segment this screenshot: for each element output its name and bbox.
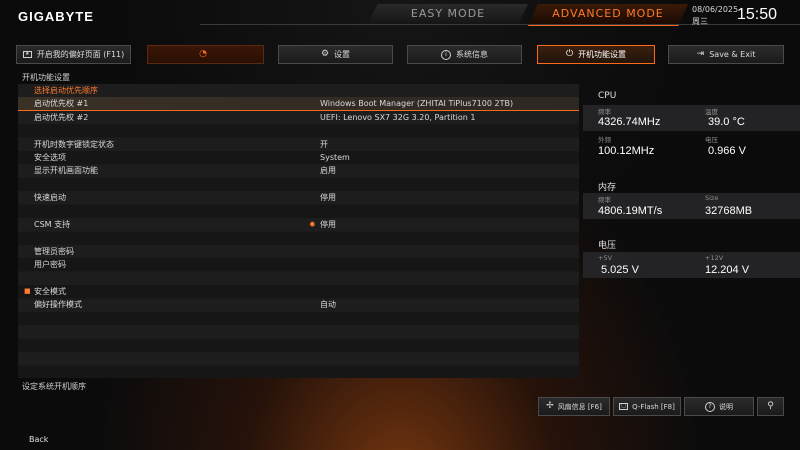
setting-value: UEFI: Lenovo SX7 32G 3.20, Partition 1 (320, 112, 476, 122)
back-button[interactable]: Back (29, 435, 48, 444)
easy-mode-tab[interactable]: EASY MODE (368, 4, 528, 24)
v5-label: +5V (598, 254, 613, 262)
search-icon: ⚲ (767, 401, 774, 411)
cpu-freq-label: 频率 (598, 108, 611, 116)
settings-row-blank (18, 231, 579, 244)
header-divider (200, 24, 800, 25)
gear-icon: ⚙ (320, 49, 330, 59)
setting-value: 开 (320, 139, 328, 149)
settings-row-boot-order[interactable]: 选择启动优先顺序 (18, 84, 579, 97)
tab-save-exit-label: Save & Exit (709, 50, 756, 59)
memory-size-value: 32768MB (705, 205, 753, 217)
settings-row-security-option[interactable]: 安全选项 System (18, 151, 579, 164)
v12-label: +12V (705, 254, 724, 262)
fan-info-button[interactable]: ✢ 风扇信息 [F6] (538, 397, 610, 416)
cpu-temp-label: 温度 (705, 108, 718, 116)
tab-system-info[interactable]: i 系统信息 (407, 45, 522, 64)
submenu-bullet-icon: ■ (24, 286, 31, 295)
gauge-icon: ◔ (199, 49, 207, 59)
memory-size-label: Size (705, 194, 719, 202)
info-icon: i (441, 49, 451, 60)
favorites-icon: ★ (22, 51, 32, 58)
setting-value: 停用 (320, 219, 336, 229)
date-display: 08/06/2025 (692, 5, 739, 14)
settings-row-csm[interactable]: CSM 支持 ✹ 停用 (18, 218, 579, 231)
setting-label: 管理员密码 (34, 246, 74, 256)
setting-label: 选择启动优先顺序 (34, 86, 98, 95)
tab-system-info-label: 系统信息 (456, 50, 488, 59)
voltage-title: 电压 (598, 241, 617, 251)
setting-value: Windows Boot Manager (ZHITAI TiPlus7100 … (320, 99, 514, 109)
setting-label: 偏好操作模式 (34, 300, 82, 310)
memory-freq-label: 频率 (598, 196, 611, 204)
clock-display: 15:50 (737, 6, 778, 23)
cpu-ext-label: 外频 (598, 136, 611, 144)
chip-icon: □ (619, 403, 629, 410)
setting-label: 快速启动 (34, 193, 66, 203)
setting-label: 开机时数字键锁定状态 (34, 139, 114, 149)
v5-value: 5.025 V (601, 264, 639, 276)
tab-settings[interactable]: ⚙ 设置 (278, 45, 393, 64)
setting-value: 自动 (320, 300, 336, 310)
help-button[interactable]: ? 说明 (684, 397, 754, 416)
cpu-volt-value: 0.966 V (708, 145, 746, 157)
setting-label: 启动优先权 #2 (34, 112, 89, 122)
cpu-title: CPU (598, 91, 617, 101)
setting-label: 用户密码 (34, 260, 66, 270)
settings-row-user-password[interactable]: 用户密码 (18, 258, 579, 271)
top-bar: GIGABYTE EASY MODE ADVANCED MODE 08/06/2… (0, 0, 800, 38)
settings-row-admin-password[interactable]: 管理员密码 (18, 245, 579, 258)
weekday-display: 周三 (692, 17, 708, 26)
cpu-ext-value: 100.12MHz (598, 145, 655, 157)
cpu-volt-label: 电压 (705, 136, 718, 144)
help-label: 说明 (719, 402, 733, 411)
settings-row-preferred-mode[interactable]: 偏好操作模式 自动 (18, 298, 579, 311)
changed-marker-icon: ✹ (309, 219, 316, 229)
setting-label: 显示开机画面功能 (34, 166, 98, 176)
fan-info-label: 风扇信息 [F6] (557, 402, 602, 411)
qflash-button[interactable]: □ Q-Flash [F8] (613, 397, 681, 416)
settings-row-blank (18, 178, 579, 191)
power-icon: ⏻ (565, 49, 574, 59)
search-button[interactable]: ⚲ (757, 397, 784, 416)
settings-row-boot-logo[interactable]: 显示开机画面功能 启用 (18, 164, 579, 177)
qflash-label: Q-Flash [F8] (632, 402, 675, 411)
memory-freq-value: 4806.19MT/s (598, 205, 663, 217)
help-icon: ? (705, 401, 715, 412)
tab-favorites[interactable]: ★ 开启我的偏好页面 (F11) (16, 45, 131, 64)
setting-value: System (320, 152, 350, 162)
tab-boot[interactable]: ⏻ 开机功能设置 (537, 45, 655, 64)
settings-row-fast-boot[interactable]: 快速启动 停用 (18, 191, 579, 204)
advanced-mode-tab[interactable]: ADVANCED MODE (528, 4, 688, 26)
tab-tweaker[interactable]: ◔ (147, 45, 264, 64)
page-title: 开机功能设置 (22, 73, 70, 82)
v12-value: 12.204 V (705, 264, 750, 276)
setting-value: 启用 (320, 166, 336, 176)
settings-row-blank (18, 271, 579, 284)
tab-boot-label: 开机功能设置 (578, 50, 627, 59)
gigabyte-logo: GIGABYTE (18, 9, 94, 24)
settings-row-numlock[interactable]: 开机时数字键锁定状态 开 (18, 138, 579, 151)
exit-icon: ⇥ (696, 49, 705, 59)
settings-row-boot-priority-1[interactable]: 启动优先权 #1 Windows Boot Manager (ZHITAI Ti… (18, 97, 579, 111)
setting-label: 安全模式 (34, 286, 66, 296)
settings-row-boot-priority-2[interactable]: 启动优先权 #2 UEFI: Lenovo SX7 32G 3.20, Part… (18, 111, 579, 124)
tab-favorites-label: 开启我的偏好页面 (F11) (36, 50, 125, 59)
settings-row-blank (18, 205, 579, 218)
settings-panel: 选择启动优先顺序 启动优先权 #1 Windows Boot Manager (… (18, 84, 579, 378)
hardware-monitor: CPU 频率 4326.74MHz 温度 39.0 °C 外频 100.12MH… (583, 84, 800, 378)
cpu-temp-value: 39.0 °C (708, 116, 745, 128)
setting-label: 启动优先权 #1 (34, 99, 89, 109)
settings-row-secure-boot[interactable]: ■ 安全模式 (18, 285, 579, 298)
fan-icon: ✢ (546, 401, 554, 411)
setting-label: 安全选项 (34, 152, 66, 162)
settings-row-blank (18, 124, 579, 137)
help-description: 设定系统开机顺序 (22, 382, 86, 391)
cpu-freq-value: 4326.74MHz (598, 116, 661, 128)
setting-value: 停用 (320, 193, 336, 203)
tab-settings-label: 设置 (334, 50, 351, 59)
setting-label: CSM 支持 (34, 219, 71, 229)
memory-title: 内存 (598, 183, 617, 193)
tab-save-exit[interactable]: ⇥ Save & Exit (668, 45, 784, 64)
